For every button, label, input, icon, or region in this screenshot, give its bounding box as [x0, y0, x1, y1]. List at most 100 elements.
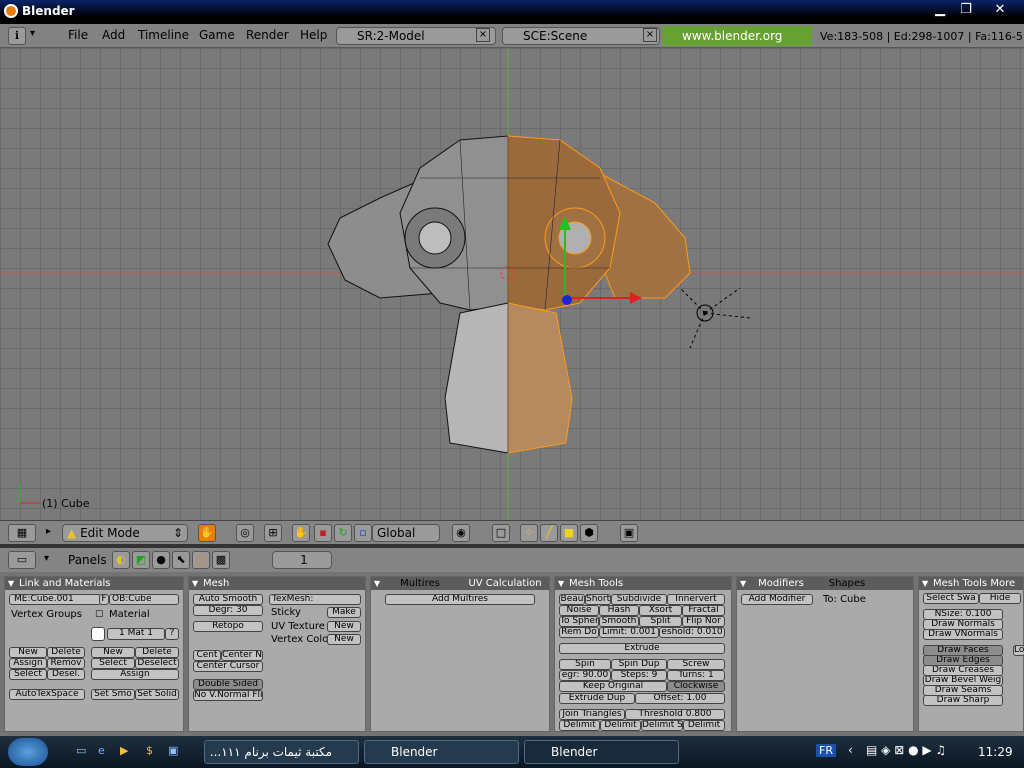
- degree-field[interactable]: egr: 90.00: [559, 670, 611, 681]
- collapse-icon[interactable]: ▾: [44, 553, 49, 564]
- buttons-window-type-icon[interactable]: ▭: [8, 551, 36, 569]
- object-name-field[interactable]: OB:Cube: [109, 594, 179, 605]
- mesh-title[interactable]: Mesh: [189, 577, 365, 590]
- lo-button[interactable]: Lo: [1013, 645, 1024, 656]
- select-swap-button[interactable]: Select Swa: [923, 593, 979, 604]
- frame-field[interactable]: 1: [272, 551, 332, 569]
- clockwise-button[interactable]: Clockwise: [667, 681, 725, 692]
- turns-field[interactable]: Turns: 1: [667, 670, 725, 681]
- retopo-button[interactable]: Retopo: [193, 621, 263, 632]
- money-icon[interactable]: $: [146, 744, 153, 757]
- tab-modifiers[interactable]: Modifiers: [751, 577, 811, 590]
- media-icon[interactable]: ▶: [120, 744, 128, 757]
- computer-icon[interactable]: ▣: [168, 744, 178, 757]
- minimize-icon[interactable]: ▁: [930, 1, 950, 19]
- pivot-icon[interactable]: ◎: [236, 524, 254, 542]
- noise-button[interactable]: Noise: [559, 605, 599, 616]
- menu-game[interactable]: Game: [199, 28, 235, 42]
- version-url[interactable]: www.blender.org 249.2: [662, 26, 812, 63]
- menu-add[interactable]: Add: [102, 28, 125, 42]
- tab-uv-calculation[interactable]: UV Calculation: [461, 577, 549, 590]
- vertex-select-icon[interactable]: ⁘: [520, 524, 538, 542]
- tab-multires[interactable]: Multires: [385, 577, 455, 590]
- task-blender-2[interactable]: Blender: [524, 740, 679, 764]
- material-delete-button[interactable]: Delete: [135, 647, 179, 658]
- shading-context-icon[interactable]: ●: [152, 551, 170, 569]
- short-button[interactable]: Short: [585, 594, 611, 605]
- edge-select-icon[interactable]: ╱: [540, 524, 558, 542]
- menu-timeline[interactable]: Timeline: [138, 28, 189, 42]
- restore-icon[interactable]: ❐: [956, 1, 976, 19]
- smooth-degree-field[interactable]: Degr: 30: [193, 605, 263, 616]
- screen-selector[interactable]: SR:2-Model: [336, 27, 496, 45]
- center-cursor-button[interactable]: Center Cursor: [193, 661, 263, 672]
- material-color-swatch[interactable]: [91, 627, 105, 641]
- ie-icon[interactable]: e: [98, 744, 105, 757]
- sticky-make-button[interactable]: Make: [327, 607, 361, 618]
- spin-button[interactable]: Spin: [559, 659, 611, 670]
- mesh-tools-title[interactable]: Mesh Tools: [555, 577, 731, 590]
- steps-field[interactable]: Steps: 9: [611, 670, 667, 681]
- material-assign-button[interactable]: Assign: [91, 669, 179, 680]
- split-button[interactable]: Split: [639, 616, 682, 627]
- grid-snap-icon[interactable]: ⊞: [264, 524, 282, 542]
- menu-file[interactable]: File: [68, 28, 88, 42]
- add-multires-button[interactable]: Add Multires: [385, 594, 535, 605]
- script-context-icon[interactable]: ◩: [132, 551, 150, 569]
- material-index-field[interactable]: 1 Mat 1: [107, 628, 165, 640]
- manipulator-hand-icon[interactable]: ✋: [292, 524, 310, 542]
- extrude-button[interactable]: Extrude: [559, 643, 725, 654]
- collapse-icon[interactable]: ▾: [30, 28, 35, 39]
- expand-icon[interactable]: ▸: [46, 526, 51, 537]
- task-blender-1[interactable]: Blender: [364, 740, 519, 764]
- occlude-icon[interactable]: ⬢: [580, 524, 598, 542]
- to-sphere-button[interactable]: To Spher: [559, 616, 599, 627]
- vgroup-assign-button[interactable]: Assign: [9, 658, 47, 669]
- orientation-selector[interactable]: Global: [372, 524, 440, 542]
- view3d-window-type-icon[interactable]: ▦: [8, 524, 36, 542]
- tab-shapes[interactable]: Shapes: [817, 577, 877, 590]
- xsort-button[interactable]: Xsort: [639, 605, 682, 616]
- offset-field[interactable]: Offset: 1.00: [635, 693, 725, 704]
- spin-dup-button[interactable]: Spin Dup: [611, 659, 667, 670]
- flip-normals-button[interactable]: Flip Nor: [682, 616, 725, 627]
- subdivide-button[interactable]: Subdivide: [611, 594, 667, 605]
- 3d-viewport[interactable]: (1) Cube: [0, 48, 1024, 520]
- menu-render[interactable]: Render: [246, 28, 289, 42]
- object-context-icon[interactable]: ⬉: [172, 551, 190, 569]
- vertex-color-new-button[interactable]: New: [327, 634, 361, 645]
- vgroup-deselect-button[interactable]: Desel.: [47, 669, 85, 680]
- delimit-button-1[interactable]: Delimit: [559, 720, 600, 731]
- draw-sharp-button[interactable]: Draw Sharp: [923, 695, 1003, 706]
- language-indicator[interactable]: FR: [816, 744, 836, 757]
- center-button[interactable]: Cent: [193, 650, 221, 661]
- proportional-edit-icon[interactable]: ◉: [452, 524, 470, 542]
- manipulator-rotate-icon[interactable]: ↻: [334, 524, 352, 542]
- keep-original-button[interactable]: Keep Original: [559, 681, 667, 692]
- link-materials-title[interactable]: Link and Materials: [5, 577, 183, 590]
- texmesh-field[interactable]: TexMesh:: [269, 594, 361, 605]
- mesh-name-field[interactable]: ME:Cube.001: [9, 594, 101, 605]
- start-button[interactable]: [8, 738, 48, 766]
- face-select-icon[interactable]: ■: [560, 524, 578, 542]
- hash-button[interactable]: Hash: [599, 605, 639, 616]
- layer-icon[interactable]: □: [492, 524, 510, 542]
- material-deselect-button[interactable]: Deselect: [135, 658, 179, 669]
- screen-delete-icon[interactable]: ×: [476, 28, 490, 42]
- delimit-button-2[interactable]: Delimit: [600, 720, 641, 731]
- logic-context-icon[interactable]: ◐: [112, 551, 130, 569]
- show-desktop-icon[interactable]: ▭: [76, 744, 86, 757]
- render-preview-icon[interactable]: ▣: [620, 524, 638, 542]
- screw-button[interactable]: Screw: [667, 659, 725, 670]
- mesh-tools-more-title[interactable]: Mesh Tools More: [919, 577, 1023, 590]
- close-icon[interactable]: ✕: [990, 1, 1010, 19]
- center-new-button[interactable]: Center N: [221, 650, 263, 661]
- autotexspace-button[interactable]: AutoTexSpace: [9, 689, 85, 700]
- join-threshold-field[interactable]: Threshold 0.800: [625, 709, 725, 720]
- material-new-button[interactable]: New: [91, 647, 135, 658]
- tray-expand-icon[interactable]: ‹: [848, 743, 853, 757]
- fractal-button[interactable]: Fractal: [682, 605, 725, 616]
- remove-doubles-button[interactable]: Rem Do: [559, 627, 599, 638]
- join-triangles-button[interactable]: Join Triangles: [559, 709, 625, 720]
- double-sided-button[interactable]: Double Sided: [193, 679, 263, 690]
